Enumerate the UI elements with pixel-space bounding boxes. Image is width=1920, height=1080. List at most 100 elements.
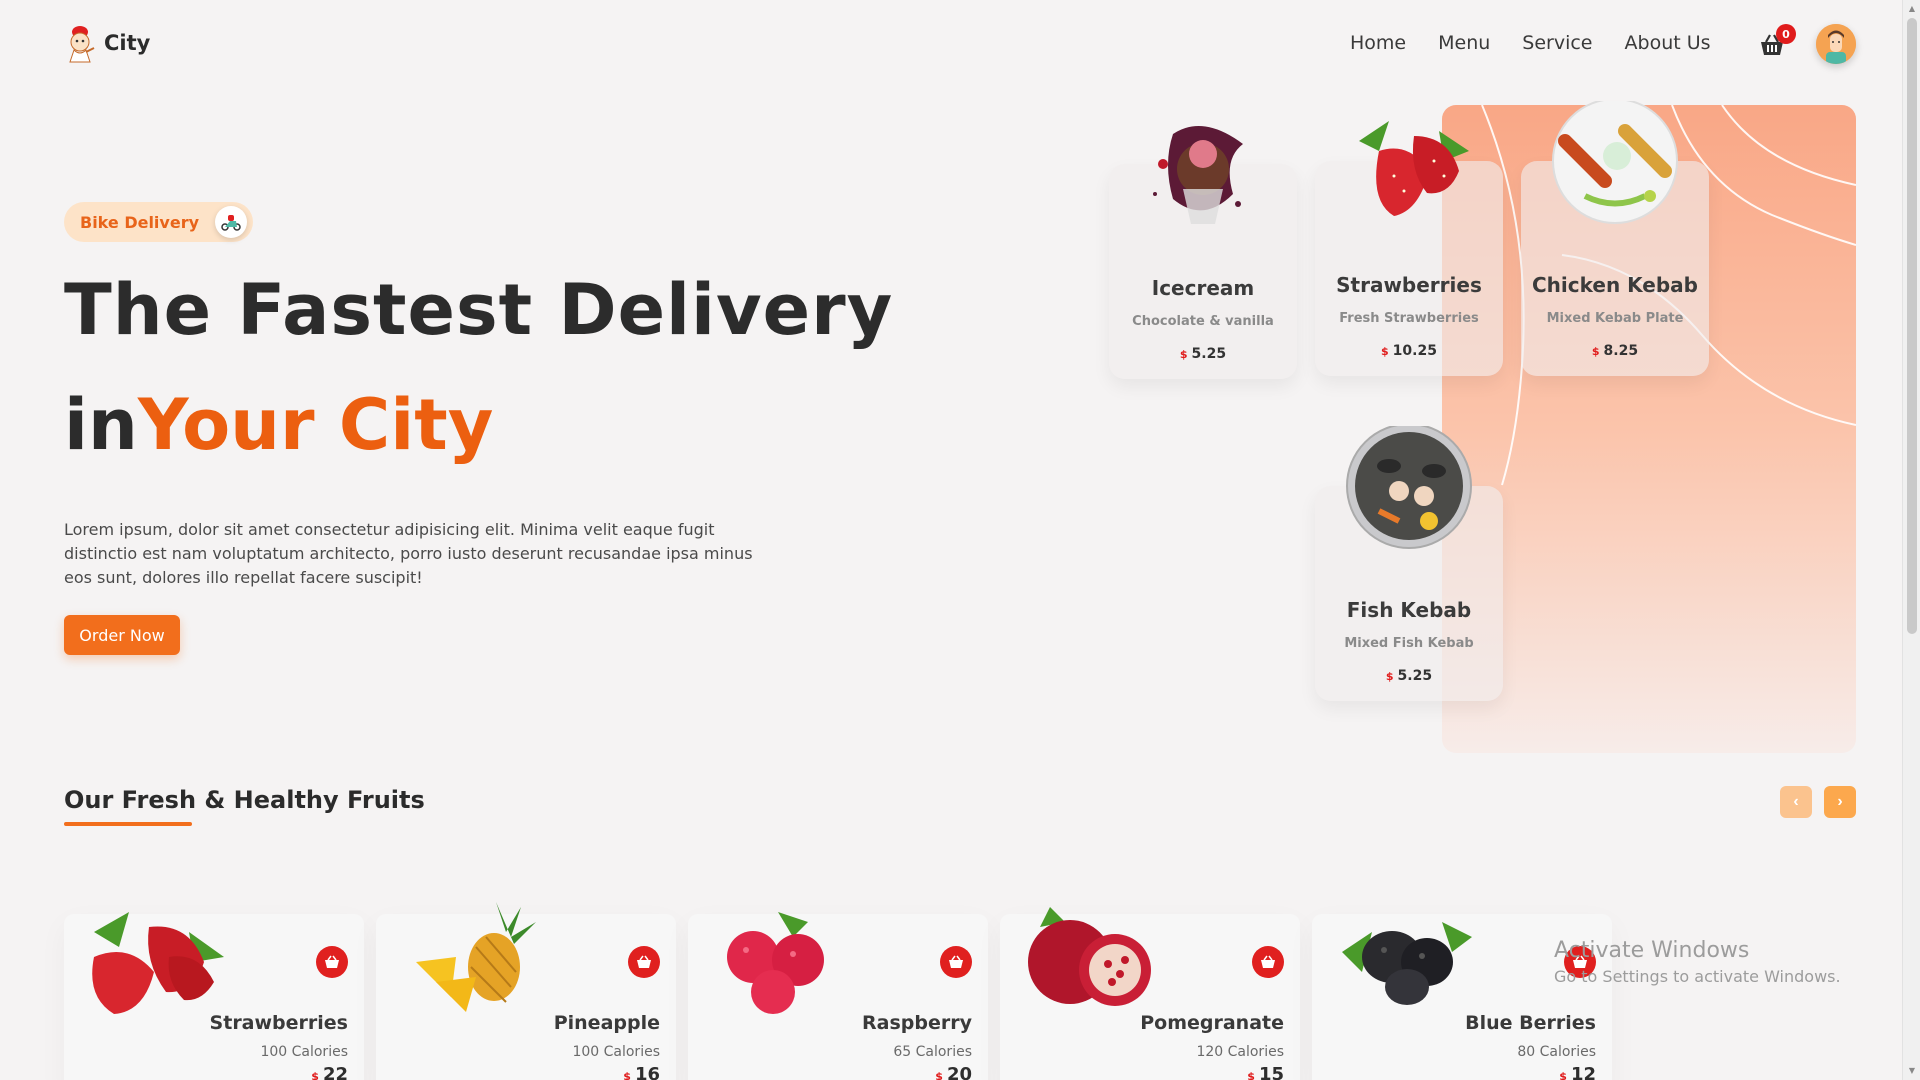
- card-subtitle: Mixed Kebab Plate: [1546, 311, 1684, 326]
- nav-menu[interactable]: Menu: [1438, 32, 1490, 54]
- watermark-subtitle: Go to Settings to activate Windows.: [1554, 967, 1841, 986]
- currency-symbol: $: [311, 1070, 319, 1080]
- chevron-right-icon: ›: [1837, 793, 1843, 810]
- main-nav: Home Menu Service About Us: [1350, 32, 1711, 54]
- section-underline: [64, 822, 192, 826]
- fruit-calories: 120 Calories: [1196, 1044, 1284, 1060]
- chef-logo-icon: [64, 22, 96, 64]
- card-subtitle: Fresh Strawberries: [1339, 311, 1479, 326]
- price-value: 5.25: [1397, 668, 1433, 684]
- fruit-price: $15: [1247, 1064, 1284, 1080]
- price-value: 22: [322, 1064, 348, 1080]
- card-price: $5.25: [1315, 668, 1503, 684]
- watermark-title: Activate Windows: [1554, 938, 1750, 963]
- fruit-price: $12: [1559, 1064, 1596, 1080]
- chevron-left-icon: ‹: [1793, 793, 1799, 810]
- nav-home[interactable]: Home: [1350, 32, 1406, 54]
- fruit-name: Blue Berries: [1465, 1012, 1596, 1034]
- scroll-down-arrow-icon[interactable]: ▼: [1907, 1066, 1917, 1076]
- strawberries-image: [74, 902, 234, 1022]
- pineapple-image: [386, 902, 546, 1022]
- carousel-prev-button[interactable]: ‹: [1780, 786, 1812, 818]
- order-now-button[interactable]: Order Now: [64, 615, 180, 655]
- hero-description: Lorem ipsum, dolor sit amet consectetur …: [64, 520, 753, 587]
- menu-card-icecream[interactable]: Icecream Chocolate & vanilla $5.25: [1109, 126, 1297, 379]
- add-to-cart-button[interactable]: [940, 946, 972, 978]
- strawberries-image: [1339, 101, 1479, 241]
- price-value: 5.25: [1191, 346, 1227, 362]
- card-title: Chicken Kebab: [1532, 273, 1698, 297]
- fruit-calories: 100 Calories: [572, 1044, 660, 1060]
- fish-kebab-image: [1339, 423, 1479, 566]
- price-value: 10.25: [1392, 343, 1437, 359]
- cart-button[interactable]: 0: [1758, 24, 1796, 58]
- fruit-price: $16: [623, 1064, 660, 1080]
- pomegranate-image: [1010, 902, 1170, 1022]
- fruit-price: $22: [311, 1064, 348, 1080]
- fruit-calories: 80 Calories: [1517, 1044, 1596, 1060]
- card-price: $10.25: [1315, 343, 1503, 359]
- add-to-cart-button[interactable]: [628, 946, 660, 978]
- price-value: 8.25: [1603, 343, 1639, 359]
- nav-about-us[interactable]: About Us: [1625, 32, 1711, 54]
- cart-count-badge: 0: [1776, 24, 1796, 44]
- fruit-name: Pomegranate: [1140, 1012, 1284, 1034]
- currency-symbol: $: [1247, 1070, 1255, 1080]
- logo[interactable]: City: [64, 22, 150, 64]
- icecream-image: [1133, 104, 1273, 244]
- hero-headline-line2: inYour City: [64, 390, 493, 460]
- currency-symbol: $: [935, 1070, 943, 1080]
- fruit-calories: 100 Calories: [260, 1044, 348, 1060]
- headline-your-city: Your City: [137, 384, 494, 466]
- fruit-card-pineapple[interactable]: Pineapple 100 Calories $16: [376, 902, 676, 1080]
- card-subtitle: Mixed Fish Kebab: [1344, 636, 1474, 651]
- fruit-card-pomegranate[interactable]: Pomegranate 120 Calories $15: [1000, 907, 1300, 1080]
- menu-card-chicken-kebab[interactable]: Chicken Kebab Mixed Kebab Plate $8.25: [1521, 98, 1709, 376]
- price-value: 20: [946, 1064, 972, 1080]
- currency-symbol: $: [1559, 1070, 1567, 1080]
- currency-symbol: $: [1381, 345, 1389, 358]
- activate-windows-watermark: Activate Windows Go to Settings to activ…: [1554, 938, 1841, 986]
- currency-symbol: $: [1179, 348, 1188, 361]
- basket-icon: [1261, 955, 1275, 968]
- fruit-name: Strawberries: [209, 1012, 348, 1034]
- card-subtitle: Chocolate & vanilla: [1132, 314, 1274, 329]
- menu-card-strawberries[interactable]: Strawberries Fresh Strawberries $10.25: [1315, 121, 1503, 376]
- currency-symbol: $: [1385, 670, 1394, 683]
- raspberry-image: [698, 902, 858, 1022]
- add-to-cart-button[interactable]: [1252, 946, 1284, 978]
- bike-delivery-pill: Bike Delivery: [64, 202, 254, 242]
- blueberries-image: [1322, 902, 1482, 1022]
- avatar[interactable]: [1816, 24, 1856, 64]
- fruit-calories: 65 Calories: [893, 1044, 972, 1060]
- card-price: $5.25: [1109, 346, 1297, 362]
- price-value: 16: [634, 1064, 660, 1080]
- logo-text: City: [104, 31, 151, 55]
- chicken-kebab-image: [1545, 98, 1685, 241]
- user-avatar-icon: [1816, 24, 1856, 64]
- pill-label: Bike Delivery: [80, 212, 200, 232]
- scooter-icon: [215, 206, 248, 238]
- card-price: $8.25: [1521, 343, 1709, 359]
- price-value: 15: [1258, 1064, 1284, 1080]
- basket-icon: [637, 955, 651, 968]
- page-scrollbar[interactable]: ▲ ▼: [1902, 0, 1920, 1080]
- scrollbar-thumb[interactable]: [1907, 18, 1917, 634]
- card-title: Strawberries: [1336, 273, 1482, 297]
- currency-symbol: $: [623, 1070, 631, 1080]
- card-title: Fish Kebab: [1346, 598, 1472, 622]
- scroll-up-arrow-icon[interactable]: ▲: [1907, 4, 1917, 14]
- menu-card-fish-kebab[interactable]: Fish Kebab Mixed Fish Kebab $5.25: [1315, 423, 1503, 701]
- nav-service[interactable]: Service: [1522, 32, 1592, 54]
- hero-headline-line1: The Fastest Delivery: [64, 269, 894, 351]
- headline-in: in: [64, 384, 138, 466]
- fruit-price: $20: [935, 1064, 972, 1080]
- fruit-name: Raspberry: [862, 1012, 972, 1034]
- basket-icon: [949, 955, 963, 968]
- add-to-cart-button[interactable]: [316, 946, 348, 978]
- fruit-card-strawberries[interactable]: Strawberries 100 Calories $22: [64, 912, 364, 1080]
- fruit-card-raspberry[interactable]: Raspberry 65 Calories $20: [688, 912, 988, 1080]
- carousel-next-button[interactable]: ›: [1824, 786, 1856, 818]
- fruit-name: Pineapple: [553, 1012, 660, 1034]
- section-title: Our Fresh & Healthy Fruits: [64, 786, 425, 814]
